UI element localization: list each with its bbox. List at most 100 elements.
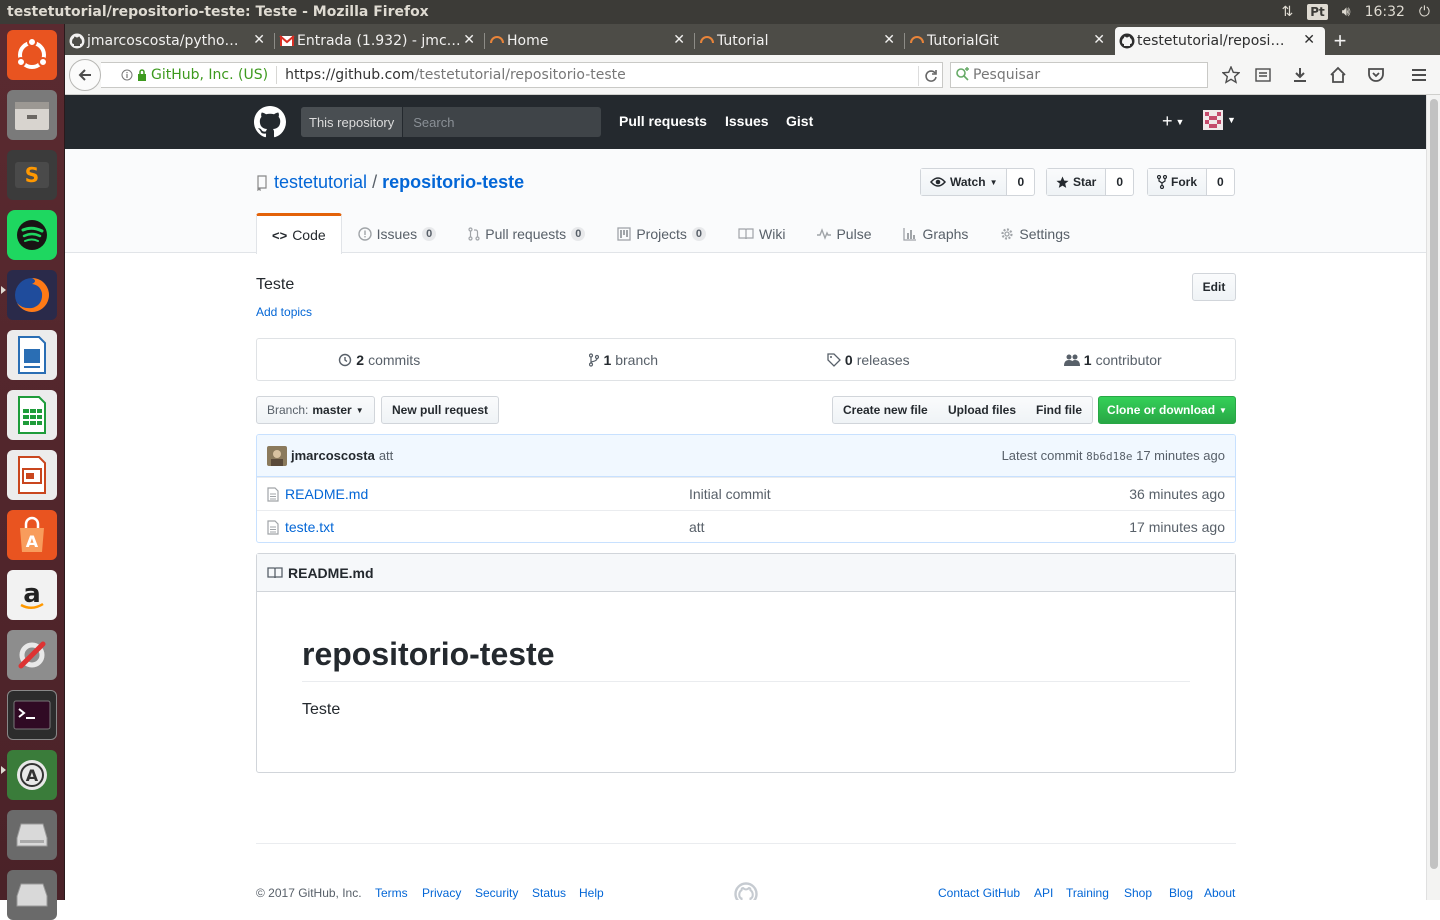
back-button[interactable] — [69, 59, 101, 91]
browser-tab[interactable]: Entrada (1.932) - jmc… ✕ — [275, 27, 485, 55]
browser-tab-active[interactable]: testetutorial/reposi… ✕ — [1115, 27, 1325, 55]
github-logo-icon[interactable] — [254, 106, 286, 138]
repo-owner-link[interactable]: testetutorial — [274, 172, 367, 193]
releases-summary[interactable]: 0 releases — [746, 339, 991, 380]
pocket-icon[interactable] — [1367, 66, 1385, 84]
branch-summary[interactable]: 1 branch — [502, 339, 747, 380]
home-icon[interactable] — [1329, 66, 1347, 84]
clock[interactable]: 16:32 — [1365, 4, 1405, 20]
libreoffice-writer-icon[interactable] — [7, 330, 57, 380]
nav-gist[interactable]: Gist — [786, 113, 813, 129]
fork-count[interactable]: 0 — [1207, 169, 1234, 195]
close-tab-icon[interactable]: ✕ — [883, 32, 895, 48]
close-tab-icon[interactable]: ✕ — [673, 32, 685, 48]
repo-name-link[interactable]: repositorio-teste — [382, 172, 524, 193]
file-commit-message[interactable]: Initial commit — [689, 486, 771, 502]
contributors-summary[interactable]: 1 contributor — [991, 339, 1236, 380]
amazon-icon[interactable]: a — [7, 570, 57, 620]
tab-pull-requests[interactable]: Pull requests 0 — [452, 213, 601, 253]
software-center-icon[interactable]: A — [7, 510, 57, 560]
search-input[interactable]: Search — [403, 115, 454, 130]
new-tab-button[interactable]: + — [1325, 27, 1355, 55]
system-settings-icon[interactable] — [7, 630, 57, 680]
footer-link-status[interactable]: Status — [532, 886, 566, 900]
create-new-menu[interactable]: + ▼ — [1162, 111, 1184, 132]
terminal-icon[interactable] — [7, 690, 57, 740]
sublime-text-icon[interactable]: S — [7, 150, 57, 200]
software-updater-icon[interactable]: A — [7, 750, 57, 800]
close-tab-icon[interactable]: ✕ — [1093, 32, 1105, 48]
browser-tab[interactable]: jmarcoscosta/pytho… ✕ — [65, 27, 275, 55]
power-icon[interactable]: ⏻ — [1419, 4, 1430, 20]
user-menu[interactable]: ▼ — [1203, 110, 1236, 130]
clone-or-download-button[interactable]: Clone or download ▼ — [1098, 396, 1236, 424]
find-file-button[interactable]: Find file — [1026, 396, 1093, 424]
new-pull-request-button[interactable]: New pull request — [381, 396, 500, 424]
upload-files-button[interactable]: Upload files — [938, 396, 1028, 424]
hamburger-menu-icon[interactable] — [1410, 66, 1428, 84]
watch-count[interactable]: 0 — [1007, 169, 1034, 195]
tab-pulse[interactable]: Pulse — [801, 213, 887, 253]
downloads-icon[interactable] — [1291, 66, 1309, 84]
bookmark-star-icon[interactable] — [1222, 66, 1240, 84]
footer-link-help[interactable]: Help — [579, 886, 604, 900]
commits-summary[interactable]: 2 commits — [257, 339, 502, 380]
footer-link-blog[interactable]: Blog — [1169, 886, 1193, 900]
browser-tab[interactable]: Home ✕ — [485, 27, 695, 55]
page-scrollbar[interactable] — [1426, 95, 1440, 900]
add-topics-link[interactable]: Add topics — [256, 305, 312, 319]
fork-button[interactable]: Fork — [1148, 169, 1208, 195]
site-identity[interactable]: GitHub, Inc. (US) — [101, 67, 268, 83]
star-count[interactable]: 0 — [1106, 169, 1133, 195]
branch-select-button[interactable]: Branch: master ▼ — [256, 396, 375, 424]
network-icon[interactable]: ⇅ — [1281, 4, 1293, 20]
commit-author[interactable]: jmarcoscosta — [291, 448, 375, 463]
reload-button[interactable] — [918, 66, 938, 86]
avatar[interactable] — [267, 445, 287, 466]
keyboard-layout-indicator[interactable]: Pt — [1307, 4, 1328, 20]
footer-link-api[interactable]: API — [1034, 886, 1053, 900]
close-tab-icon[interactable]: ✕ — [253, 32, 265, 48]
tab-wiki[interactable]: Wiki — [722, 213, 801, 253]
tab-graphs[interactable]: Graphs — [887, 213, 984, 253]
browser-tab[interactable]: Tutorial ✕ — [695, 27, 905, 55]
file-commit-message[interactable]: att — [689, 519, 705, 535]
file-link[interactable]: README.md — [267, 486, 368, 502]
libreoffice-calc-icon[interactable] — [7, 390, 57, 440]
watch-button[interactable]: Watch ▼ — [921, 169, 1008, 195]
commit-sha[interactable]: 8b6d18e — [1086, 450, 1132, 463]
close-tab-icon[interactable]: ✕ — [1303, 32, 1315, 48]
spotify-icon[interactable] — [7, 210, 57, 260]
volume-icon[interactable]: 🔊︎ — [1342, 4, 1351, 20]
tab-settings[interactable]: Settings — [984, 213, 1086, 253]
footer-link-terms[interactable]: Terms — [375, 886, 408, 900]
footer-link-contact[interactable]: Contact GitHub — [938, 886, 1020, 900]
github-logo-icon[interactable] — [734, 882, 758, 900]
footer-link-shop[interactable]: Shop — [1124, 886, 1152, 900]
files-icon[interactable] — [7, 90, 57, 140]
ubuntu-dash-icon[interactable] — [7, 30, 57, 80]
commit-message[interactable]: att — [379, 448, 393, 463]
footer-link-security[interactable]: Security — [475, 886, 518, 900]
firefox-icon[interactable] — [7, 270, 57, 320]
disk-icon[interactable] — [7, 810, 57, 860]
url-bar[interactable]: GitHub, Inc. (US) https://github.com/tes… — [101, 62, 943, 88]
reading-list-icon[interactable] — [1254, 66, 1272, 84]
removable-drive-icon[interactable] — [7, 870, 57, 920]
nav-issues[interactable]: Issues — [725, 113, 769, 129]
file-link[interactable]: teste.txt — [267, 519, 334, 535]
scrollbar-thumb[interactable] — [1430, 99, 1438, 869]
browser-tab[interactable]: TutorialGit ✕ — [905, 27, 1115, 55]
tab-code[interactable]: <> Code — [256, 213, 342, 254]
search-bar[interactable]: Pesquisar — [950, 62, 1208, 88]
tab-issues[interactable]: Issues 0 — [342, 213, 453, 253]
edit-description-button[interactable]: Edit — [1192, 273, 1236, 301]
star-button[interactable]: Star — [1047, 169, 1107, 195]
repo-search[interactable]: This repository Search — [301, 107, 601, 137]
nav-pull-requests[interactable]: Pull requests — [619, 113, 707, 129]
footer-link-training[interactable]: Training — [1066, 886, 1109, 900]
footer-link-privacy[interactable]: Privacy — [422, 886, 461, 900]
close-tab-icon[interactable]: ✕ — [463, 32, 475, 48]
footer-link-about[interactable]: About — [1204, 886, 1235, 900]
create-new-file-button[interactable]: Create new file — [832, 396, 939, 424]
